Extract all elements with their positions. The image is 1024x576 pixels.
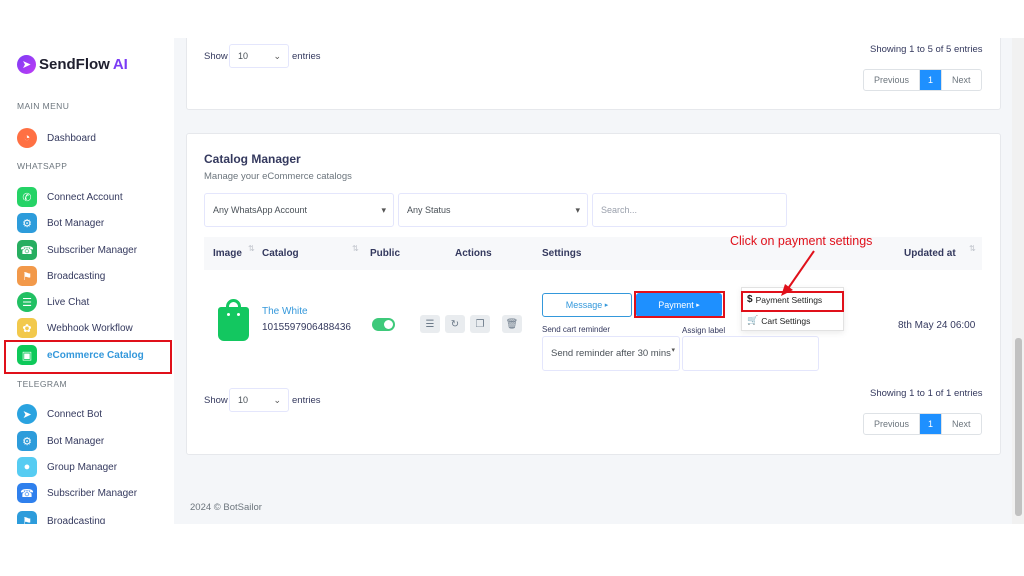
sidebar-item-subscriber-manager[interactable]: ☎ Subscriber Manager bbox=[17, 239, 167, 261]
pagination: Previous 1 Next bbox=[863, 413, 982, 435]
col-settings[interactable]: Settings bbox=[542, 248, 581, 259]
col-image[interactable]: Image bbox=[213, 248, 242, 259]
dashboard-icon: ◔ bbox=[17, 128, 37, 148]
sidebar-item-broadcasting[interactable]: ⚑ Broadcasting bbox=[17, 265, 167, 287]
assign-label-input[interactable] bbox=[682, 336, 819, 371]
subscriber-icon: ☎ bbox=[17, 483, 37, 503]
col-actions[interactable]: Actions bbox=[455, 248, 492, 259]
page-scrollbar[interactable] bbox=[1012, 38, 1024, 524]
catalog-image bbox=[218, 299, 249, 341]
updated-at: 8th May 24 06:00 bbox=[898, 320, 976, 331]
page-subtitle: Manage your eCommerce catalogs bbox=[204, 171, 352, 182]
catalog-manager-card: Catalog Manager Manage your eCommerce ca… bbox=[186, 133, 1001, 455]
brand-logo[interactable]: ➤ SendFlow AI bbox=[17, 55, 128, 74]
sidebar-item-group-manager[interactable]: ● Group Manager bbox=[17, 456, 167, 478]
account-filter-select[interactable]: Any WhatsApp Account ▾ bbox=[204, 193, 394, 227]
entries-select[interactable]: 10 ⌄ bbox=[229, 388, 289, 412]
next-button[interactable]: Next bbox=[942, 414, 981, 434]
main-content: Show 10 ⌄ entries Showing 1 to 5 of 5 en… bbox=[174, 38, 1012, 524]
logo-icon: ➤ bbox=[17, 55, 36, 74]
assign-label-text: Assign label bbox=[682, 326, 726, 335]
annotation-arrow-icon bbox=[781, 250, 815, 296]
sidebar-item-telegram-broadcasting[interactable]: ⚑ Broadcasting bbox=[17, 510, 167, 524]
pagination: Previous 1 Next bbox=[863, 69, 982, 91]
caret-right-icon: ▸ bbox=[604, 302, 609, 309]
whatsapp-title: WHATSAPP bbox=[17, 161, 68, 171]
catalog-id: 1015597906488436 bbox=[262, 322, 351, 333]
sidebar-highlight-box bbox=[4, 340, 172, 374]
sidebar-item-telegram-bot-manager[interactable]: ⚙ Bot Manager bbox=[17, 430, 167, 452]
showing-text: Showing 1 to 1 of 1 entries bbox=[870, 388, 983, 399]
show-label: Show bbox=[204, 51, 228, 62]
page-title: Catalog Manager bbox=[204, 152, 301, 166]
cart-settings-item[interactable]: 🛒 Cart Settings bbox=[747, 315, 810, 326]
sidebar-item-connect-bot[interactable]: ➤ Connect Bot bbox=[17, 403, 167, 425]
search-input[interactable]: Search... bbox=[592, 193, 787, 227]
main-menu-title: MAIN MENU bbox=[17, 101, 70, 111]
whatsapp-icon: ✆ bbox=[17, 187, 37, 207]
brand-name: SendFlow bbox=[39, 56, 110, 73]
webhook-icon: ✿ bbox=[17, 318, 37, 338]
caret-down-icon: ▾ bbox=[381, 205, 386, 215]
top-card: Show 10 ⌄ entries Showing 1 to 5 of 5 en… bbox=[186, 38, 1001, 110]
cart-reminder-select[interactable]: Send reminder after 30 mins ▾ bbox=[542, 336, 680, 371]
sidebar-item-webhook-workflow[interactable]: ✿ Webhook Workflow bbox=[17, 317, 167, 339]
caret-down-icon: ▾ bbox=[575, 205, 580, 215]
sidebar-item-telegram-subscriber-manager[interactable]: ☎ Subscriber Manager bbox=[17, 482, 167, 504]
bot-icon: ⚙ bbox=[17, 431, 37, 451]
catalog-name-link[interactable]: The White bbox=[262, 306, 308, 317]
next-button[interactable]: Next bbox=[942, 70, 981, 90]
chevron-down-icon: ⌄ bbox=[273, 395, 281, 405]
telegram-icon: ➤ bbox=[17, 404, 37, 424]
show-label: Show bbox=[204, 395, 228, 406]
page-button[interactable]: 1 bbox=[920, 414, 943, 434]
broadcast-icon: ⚑ bbox=[17, 266, 37, 286]
entries-select[interactable]: 10 ⌄ bbox=[229, 44, 289, 68]
sort-icon[interactable]: ⇅ bbox=[969, 244, 976, 253]
sidebar-item-dashboard[interactable]: ◔ Dashboard bbox=[17, 127, 167, 149]
col-catalog[interactable]: Catalog bbox=[262, 248, 299, 259]
sidebar-item-bot-manager[interactable]: ⚙ Bot Manager bbox=[17, 212, 167, 234]
footer-copyright: 2024 © BotSailor bbox=[190, 502, 262, 513]
payment-highlight-box bbox=[634, 291, 725, 318]
telegram-title: TELEGRAM bbox=[17, 379, 67, 389]
sidebar: ➤ SendFlow AI MAIN MENU ◔ Dashboard WHATS… bbox=[0, 38, 174, 524]
subscriber-icon: ☎ bbox=[17, 240, 37, 260]
app-window: ➤ SendFlow AI MAIN MENU ◔ Dashboard WHATS… bbox=[0, 0, 1024, 576]
group-icon: ● bbox=[17, 457, 37, 477]
chat-icon: ☰ bbox=[17, 292, 37, 312]
previous-button[interactable]: Previous bbox=[864, 414, 921, 434]
sort-icon[interactable]: ⇅ bbox=[248, 244, 255, 253]
copy-icon[interactable]: ❐ bbox=[470, 315, 490, 333]
entries-label: entries bbox=[292, 395, 321, 406]
cart-icon: 🛒 bbox=[747, 315, 759, 325]
col-updated-at[interactable]: Updated at bbox=[904, 248, 956, 259]
previous-button[interactable]: Previous bbox=[864, 70, 921, 90]
scrollbar-thumb[interactable] bbox=[1015, 338, 1022, 516]
message-button[interactable]: Message ▸ bbox=[542, 293, 632, 317]
status-filter-select[interactable]: Any Status ▾ bbox=[398, 193, 588, 227]
caret-down-icon: ▾ bbox=[671, 347, 675, 354]
annotation-text: Click on payment settings bbox=[730, 234, 873, 248]
brand-suffix: AI bbox=[112, 56, 128, 73]
sync-icon[interactable]: ↻ bbox=[445, 315, 465, 333]
sort-icon[interactable]: ⇅ bbox=[352, 244, 359, 253]
broadcast-icon: ⚑ bbox=[17, 511, 37, 524]
list-icon[interactable]: ☰ bbox=[420, 315, 440, 333]
page-button[interactable]: 1 bbox=[920, 70, 943, 90]
entries-label: entries bbox=[292, 51, 321, 62]
sidebar-item-connect-account[interactable]: ✆ Connect Account bbox=[17, 186, 167, 208]
cart-reminder-label: Send cart reminder bbox=[542, 325, 611, 334]
col-public[interactable]: Public bbox=[370, 248, 400, 259]
sidebar-item-live-chat[interactable]: ☰ Live Chat bbox=[17, 291, 167, 313]
trash-icon[interactable]: 🗑 bbox=[502, 315, 522, 333]
showing-text: Showing 1 to 5 of 5 entries bbox=[870, 44, 983, 55]
bot-icon: ⚙ bbox=[17, 213, 37, 233]
public-toggle[interactable] bbox=[372, 318, 395, 331]
chevron-down-icon: ⌄ bbox=[273, 51, 281, 61]
